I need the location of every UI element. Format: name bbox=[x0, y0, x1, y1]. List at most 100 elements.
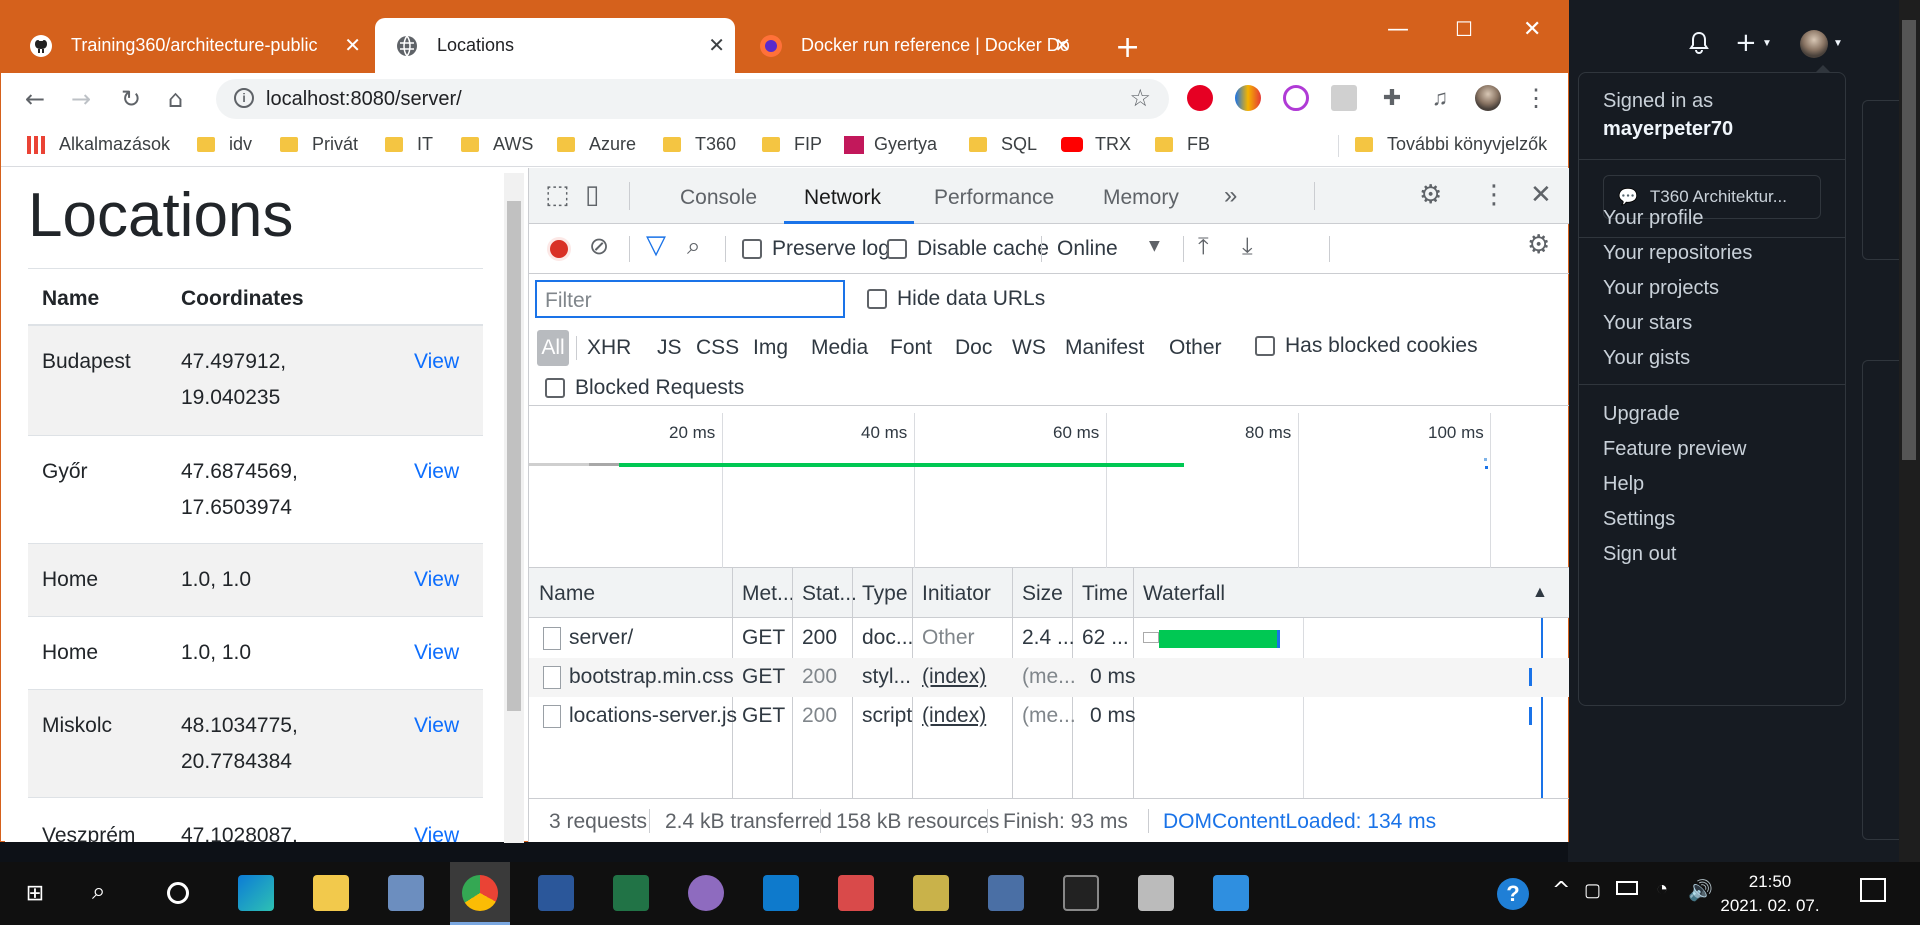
menu-your-repositories[interactable]: Your repositories bbox=[1603, 242, 1752, 265]
menu-your-gists[interactable]: Your gists bbox=[1603, 347, 1690, 370]
download-icon[interactable]: ⤓ bbox=[1242, 232, 1253, 260]
clear-icon[interactable]: ⊘ bbox=[589, 232, 609, 260]
preserve-log-checkbox[interactable] bbox=[742, 239, 762, 259]
tab-locations[interactable]: Locations ✕ bbox=[375, 18, 735, 73]
request-initiator-link[interactable]: (index) bbox=[922, 665, 986, 689]
throttling-select[interactable]: Online bbox=[1057, 237, 1118, 261]
bookmark-link[interactable]: TRX bbox=[1061, 134, 1131, 155]
more-vert-icon[interactable]: ⋮ bbox=[1481, 180, 1507, 210]
col-size[interactable]: Size bbox=[1022, 582, 1063, 606]
col-status[interactable]: Stat... bbox=[802, 582, 857, 606]
url-text[interactable]: localhost:8080/server/ bbox=[266, 88, 462, 111]
col-waterfall[interactable]: Waterfall bbox=[1143, 582, 1225, 606]
menu-your-profile[interactable]: Your profile bbox=[1603, 207, 1703, 230]
tool-icon[interactable] bbox=[913, 875, 949, 911]
sort-up-icon[interactable]: ▲ bbox=[1532, 584, 1548, 602]
avatar[interactable] bbox=[1800, 30, 1828, 58]
record-icon[interactable] bbox=[547, 237, 571, 261]
terminal-icon[interactable] bbox=[1063, 875, 1099, 911]
vscode-icon[interactable] bbox=[763, 875, 799, 911]
col-initiator[interactable]: Initiator bbox=[922, 582, 991, 606]
tab-docker[interactable]: Docker run reference | Docker Do ✕ bbox=[739, 18, 1081, 73]
filter-input[interactable]: Filter bbox=[535, 280, 845, 318]
chevron-up-icon[interactable]: ^ bbox=[1552, 878, 1570, 903]
close-window-icon[interactable]: ✕ bbox=[1523, 17, 1541, 42]
close-icon[interactable]: ✕ bbox=[1530, 180, 1552, 210]
has-blocked-cookies-checkbox[interactable] bbox=[1255, 336, 1275, 356]
minimize-icon[interactable]: — bbox=[1387, 17, 1409, 42]
menu-feature-preview[interactable]: Feature preview bbox=[1603, 438, 1746, 461]
bookmark-folder[interactable]: SQL bbox=[969, 134, 1037, 155]
request-row[interactable]: locations-server.js GET 200 script (inde… bbox=[529, 697, 1569, 736]
more-vert-icon[interactable]: ⋮ bbox=[1523, 85, 1549, 112]
wifi-icon[interactable]: ◔ bbox=[1656, 878, 1668, 901]
address-bar[interactable]: i localhost:8080/server/ ☆ bbox=[216, 79, 1169, 119]
reader-icon[interactable] bbox=[1331, 85, 1357, 111]
volume-icon[interactable]: 🔊 bbox=[1688, 878, 1713, 902]
menu-settings[interactable]: Settings bbox=[1603, 508, 1675, 531]
menu-upgrade[interactable]: Upgrade bbox=[1603, 403, 1680, 426]
windows-start-icon[interactable]: ⊞ bbox=[22, 880, 48, 906]
col-name[interactable]: Name bbox=[539, 582, 595, 606]
device-icon[interactable]: ▢ bbox=[1584, 880, 1601, 901]
request-initiator-link[interactable]: (index) bbox=[922, 704, 986, 728]
filter-icon[interactable]: ▽ bbox=[646, 230, 666, 260]
help-icon[interactable]: ? bbox=[1497, 878, 1529, 910]
word-icon[interactable] bbox=[538, 875, 574, 911]
scrollbar-thumb[interactable] bbox=[507, 201, 521, 711]
filter-doc[interactable]: Doc bbox=[955, 336, 992, 360]
battery-icon[interactable] bbox=[1616, 881, 1638, 895]
view-link[interactable]: View bbox=[414, 635, 459, 671]
edge-icon[interactable] bbox=[238, 875, 274, 911]
network-tool-icon[interactable] bbox=[988, 875, 1024, 911]
reload-icon[interactable]: ↻ bbox=[121, 85, 141, 113]
puzzle-icon[interactable]: ✚ bbox=[1379, 85, 1405, 111]
app-icon[interactable] bbox=[1138, 875, 1174, 911]
back-icon[interactable]: ← bbox=[25, 85, 45, 113]
bookmark-folder[interactable]: idv bbox=[197, 134, 252, 155]
scrollbar-thumb[interactable] bbox=[1902, 20, 1916, 460]
menu-your-projects[interactable]: Your projects bbox=[1603, 277, 1719, 300]
bookmark-link[interactable]: Gyertya bbox=[844, 134, 937, 155]
home-icon[interactable]: ⌂ bbox=[168, 85, 183, 113]
more-tabs-icon[interactable]: » bbox=[1224, 182, 1237, 210]
request-row[interactable]: server/ GET 200 doc... Other 2.4 ... 62 … bbox=[529, 619, 1569, 658]
filter-xhr[interactable]: XHR bbox=[587, 336, 631, 360]
device-toolbar-icon[interactable]: ▯ bbox=[585, 180, 599, 210]
view-link[interactable]: View bbox=[414, 562, 459, 598]
notification-icon[interactable] bbox=[1860, 878, 1886, 902]
cortana-icon[interactable] bbox=[167, 882, 189, 904]
bookmark-folder[interactable]: AWS bbox=[461, 134, 533, 155]
remote-desktop-icon[interactable] bbox=[388, 875, 424, 911]
photos-icon[interactable] bbox=[1213, 875, 1249, 911]
close-icon[interactable]: ✕ bbox=[708, 33, 725, 58]
filter-img[interactable]: Img bbox=[753, 336, 788, 360]
view-link[interactable]: View bbox=[414, 344, 459, 380]
close-icon[interactable]: ✕ bbox=[1054, 33, 1071, 58]
star-icon[interactable]: ☆ bbox=[1129, 84, 1151, 112]
network-overview-timeline[interactable]: 20 ms 40 ms 60 ms 80 ms 100 ms bbox=[529, 413, 1569, 568]
chevron-down-icon[interactable]: ▼ bbox=[1149, 238, 1160, 254]
filter-js[interactable]: JS bbox=[657, 336, 682, 360]
close-icon[interactable]: ✕ bbox=[344, 33, 361, 58]
plus-icon[interactable]: + bbox=[1735, 28, 1757, 58]
bookmark-folder[interactable]: Azure bbox=[557, 134, 636, 155]
paint-icon[interactable] bbox=[838, 875, 874, 911]
bookmark-folder[interactable]: FB bbox=[1155, 134, 1210, 155]
inspect-icon[interactable]: ⬚ bbox=[545, 180, 570, 210]
search-icon[interactable]: ⌕ bbox=[92, 878, 105, 906]
gear-icon[interactable]: ⚙ bbox=[1527, 230, 1550, 260]
tab-network[interactable]: Network bbox=[804, 186, 881, 210]
pinterest-icon[interactable] bbox=[1187, 85, 1213, 111]
media-icon[interactable]: ♫ bbox=[1427, 85, 1453, 111]
bookmark-folder[interactable]: Privát bbox=[280, 134, 358, 155]
new-tab-icon[interactable]: + bbox=[1115, 30, 1140, 65]
gear-icon[interactable]: ⚙ bbox=[1419, 180, 1442, 210]
view-link[interactable]: View bbox=[414, 818, 459, 842]
filter-manifest[interactable]: Manifest bbox=[1065, 336, 1144, 360]
col-method[interactable]: Met... bbox=[742, 582, 795, 606]
info-icon[interactable]: i bbox=[234, 88, 254, 108]
bookmark-apps[interactable]: Alkalmazások bbox=[27, 134, 170, 155]
bookmark-folder[interactable]: T360 bbox=[663, 134, 736, 155]
tab-github[interactable]: Training360/architecture-public ✕ bbox=[9, 18, 371, 73]
